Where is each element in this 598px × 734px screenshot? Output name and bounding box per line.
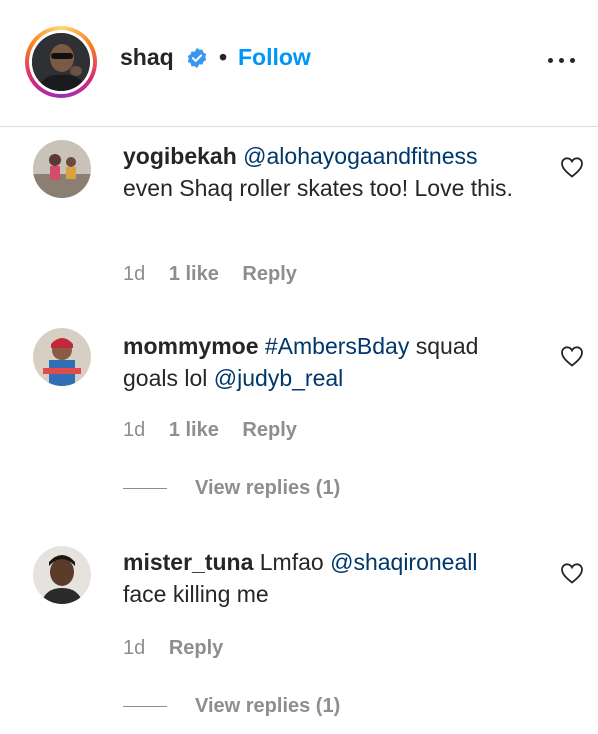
comment-body: face killing me [123, 581, 269, 607]
comment-timestamp[interactable]: 1d [123, 263, 145, 285]
heart-icon[interactable] [560, 156, 584, 178]
view-replies-label[interactable]: View replies (1) [195, 695, 340, 717]
comment-meta: 1d Reply [123, 637, 241, 660]
comment-mention[interactable]: @judyb_real [214, 365, 343, 391]
replies-divider [123, 706, 167, 708]
comment-hashtag[interactable]: #AmbersBday [265, 333, 409, 359]
post-header: shaq • Follow [0, 0, 598, 127]
comment-timestamp[interactable]: 1d [123, 419, 145, 441]
view-replies-label[interactable]: View replies (1) [195, 477, 340, 499]
comment-mention[interactable]: @alohayogaandfitness [243, 143, 477, 169]
replies-divider [123, 488, 167, 490]
view-replies-button[interactable]: View replies (1) [123, 477, 340, 500]
heart-icon[interactable] [560, 345, 584, 367]
avatar[interactable] [33, 546, 91, 604]
comment-mention[interactable]: @shaqironeall [330, 549, 477, 575]
heart-icon[interactable] [560, 562, 584, 584]
story-ring[interactable] [25, 26, 97, 98]
comment-text: yogibekah @alohayogaandfitness even Shaq… [123, 140, 533, 204]
comment-meta: 1d 1 like Reply [123, 419, 315, 442]
avatar[interactable] [33, 328, 91, 386]
comment-body: even Shaq roller skates too! Love this. [123, 175, 513, 201]
more-options-icon[interactable] [548, 50, 576, 70]
comment-likes[interactable]: 1 like [169, 419, 219, 441]
avatar[interactable] [32, 33, 90, 91]
comment-meta: 1d 1 like Reply [123, 263, 315, 286]
view-replies-button[interactable]: View replies (1) [123, 695, 340, 718]
verified-badge-icon [187, 47, 207, 69]
comment-timestamp[interactable]: 1d [123, 637, 145, 659]
separator-dot: • [219, 44, 228, 70]
comment-username[interactable]: mommymoe [123, 333, 258, 359]
comment-likes[interactable]: 1 like [169, 263, 219, 285]
reply-button[interactable]: Reply [242, 263, 296, 285]
post-author-username[interactable]: shaq [120, 44, 174, 71]
comment-text: mister_tuna Lmfao @shaqironeall face kil… [123, 546, 533, 610]
follow-button[interactable]: Follow [238, 44, 311, 71]
comment-username[interactable]: mister_tuna [123, 549, 253, 575]
comment-text: mommymoe #AmbersBday squad goals lol @ju… [123, 330, 533, 394]
comment-username[interactable]: yogibekah [123, 143, 237, 169]
comment-body-pre: Lmfao [259, 549, 324, 575]
avatar[interactable] [33, 140, 91, 198]
reply-button[interactable]: Reply [242, 419, 296, 441]
reply-button[interactable]: Reply [169, 637, 223, 659]
